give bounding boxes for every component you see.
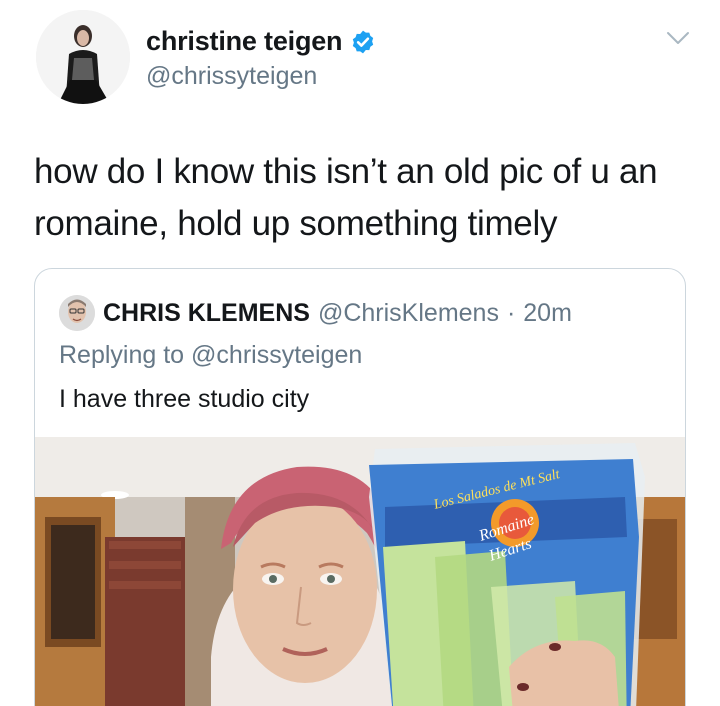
quoted-timestamp[interactable]: 20m	[523, 299, 572, 328]
quoted-display-name[interactable]: CHRIS KLEMENS	[103, 299, 310, 328]
replying-to-handle[interactable]: @chrissyteigen	[191, 341, 362, 369]
quoted-handle[interactable]: @ChrisKlemens	[318, 299, 499, 328]
replying-to-line: Replying to @chrissyteigen	[59, 341, 362, 370]
quoted-tweet-card[interactable]: CHRIS KLEMENS @ChrisKlemens · 20m Replyi…	[34, 268, 686, 706]
quoted-avatar[interactable]	[59, 295, 95, 331]
author-name-row: christine teigen	[146, 26, 376, 57]
media-photo: Los Salados de Mt Salt Romaine Hearts	[35, 437, 685, 706]
quoted-tweet-header: CHRIS KLEMENS @ChrisKlemens · 20m	[59, 295, 572, 331]
tweet: christine teigen @chrissyteigen how do I…	[0, 0, 720, 706]
author-handle[interactable]: @chrissyteigen	[146, 62, 317, 91]
tweet-text: how do I know this isn’t an old pic of u…	[34, 152, 658, 243]
profile-avatar[interactable]	[36, 10, 130, 104]
author-display-name[interactable]: christine teigen	[146, 26, 343, 57]
separator-dot: ·	[506, 298, 516, 327]
quoted-media-image[interactable]: Los Salados de Mt Salt Romaine Hearts	[35, 437, 685, 706]
verified-badge-icon	[353, 30, 374, 53]
quoted-avatar-photo	[59, 295, 95, 331]
chevron-down-icon[interactable]	[664, 28, 692, 48]
quoted-tweet-text: I have three studio city	[59, 385, 310, 413]
replying-to-label: Replying to	[59, 341, 185, 369]
avatar-photo	[36, 10, 130, 104]
